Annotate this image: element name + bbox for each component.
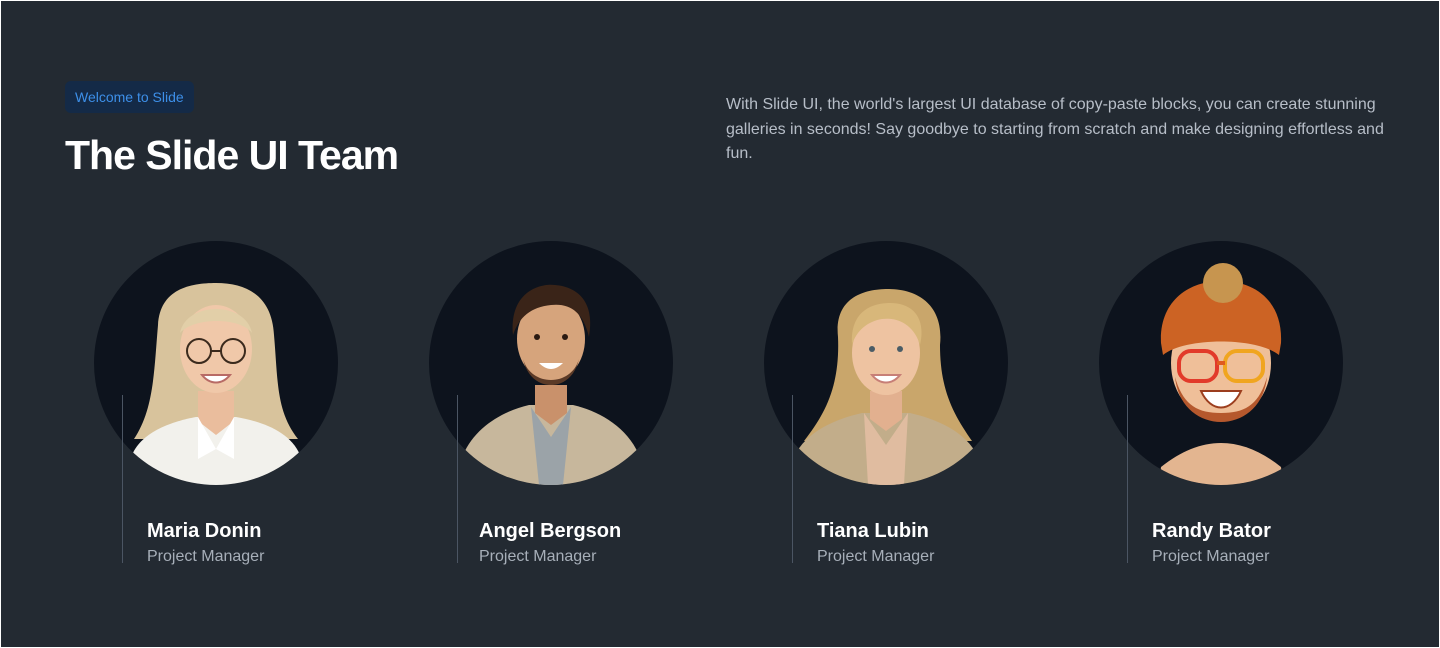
team-section: Welcome to Slide The Slide UI Team With …	[1, 1, 1439, 647]
member-photo	[429, 241, 673, 485]
welcome-badge: Welcome to Slide	[65, 81, 194, 113]
team-member-card: Tiana Lubin Project Manager	[671, 241, 1008, 571]
member-divider	[122, 395, 123, 563]
member-photo	[1099, 241, 1343, 485]
section-title: The Slide UI Team	[65, 132, 399, 178]
member-divider	[457, 395, 458, 563]
team-member-card: Maria Donin Project Manager	[1, 241, 338, 571]
team-member-card: Randy Bator Project Manager	[1006, 241, 1343, 571]
member-role: Project Manager	[479, 548, 597, 565]
member-name: Tiana Lubin	[817, 520, 929, 542]
member-divider	[1127, 395, 1128, 563]
member-photo	[764, 241, 1008, 485]
member-photo	[94, 241, 338, 485]
member-name: Randy Bator	[1152, 520, 1271, 542]
member-role: Project Manager	[817, 548, 935, 565]
team-member-card: Angel Bergson Project Manager	[336, 241, 673, 571]
member-divider	[792, 395, 793, 563]
woman-glasses-portrait-icon	[132, 283, 300, 485]
man-jacket-portrait-icon	[463, 284, 639, 485]
man-beanie-portrait-icon	[1159, 263, 1283, 485]
member-name: Maria Donin	[147, 520, 262, 542]
member-role: Project Manager	[1152, 548, 1270, 565]
member-name: Angel Bergson	[479, 520, 622, 542]
woman-blonde-portrait-icon	[794, 289, 978, 485]
member-role: Project Manager	[147, 548, 265, 565]
section-description: With Slide UI, the world's largest UI da…	[726, 96, 1384, 162]
